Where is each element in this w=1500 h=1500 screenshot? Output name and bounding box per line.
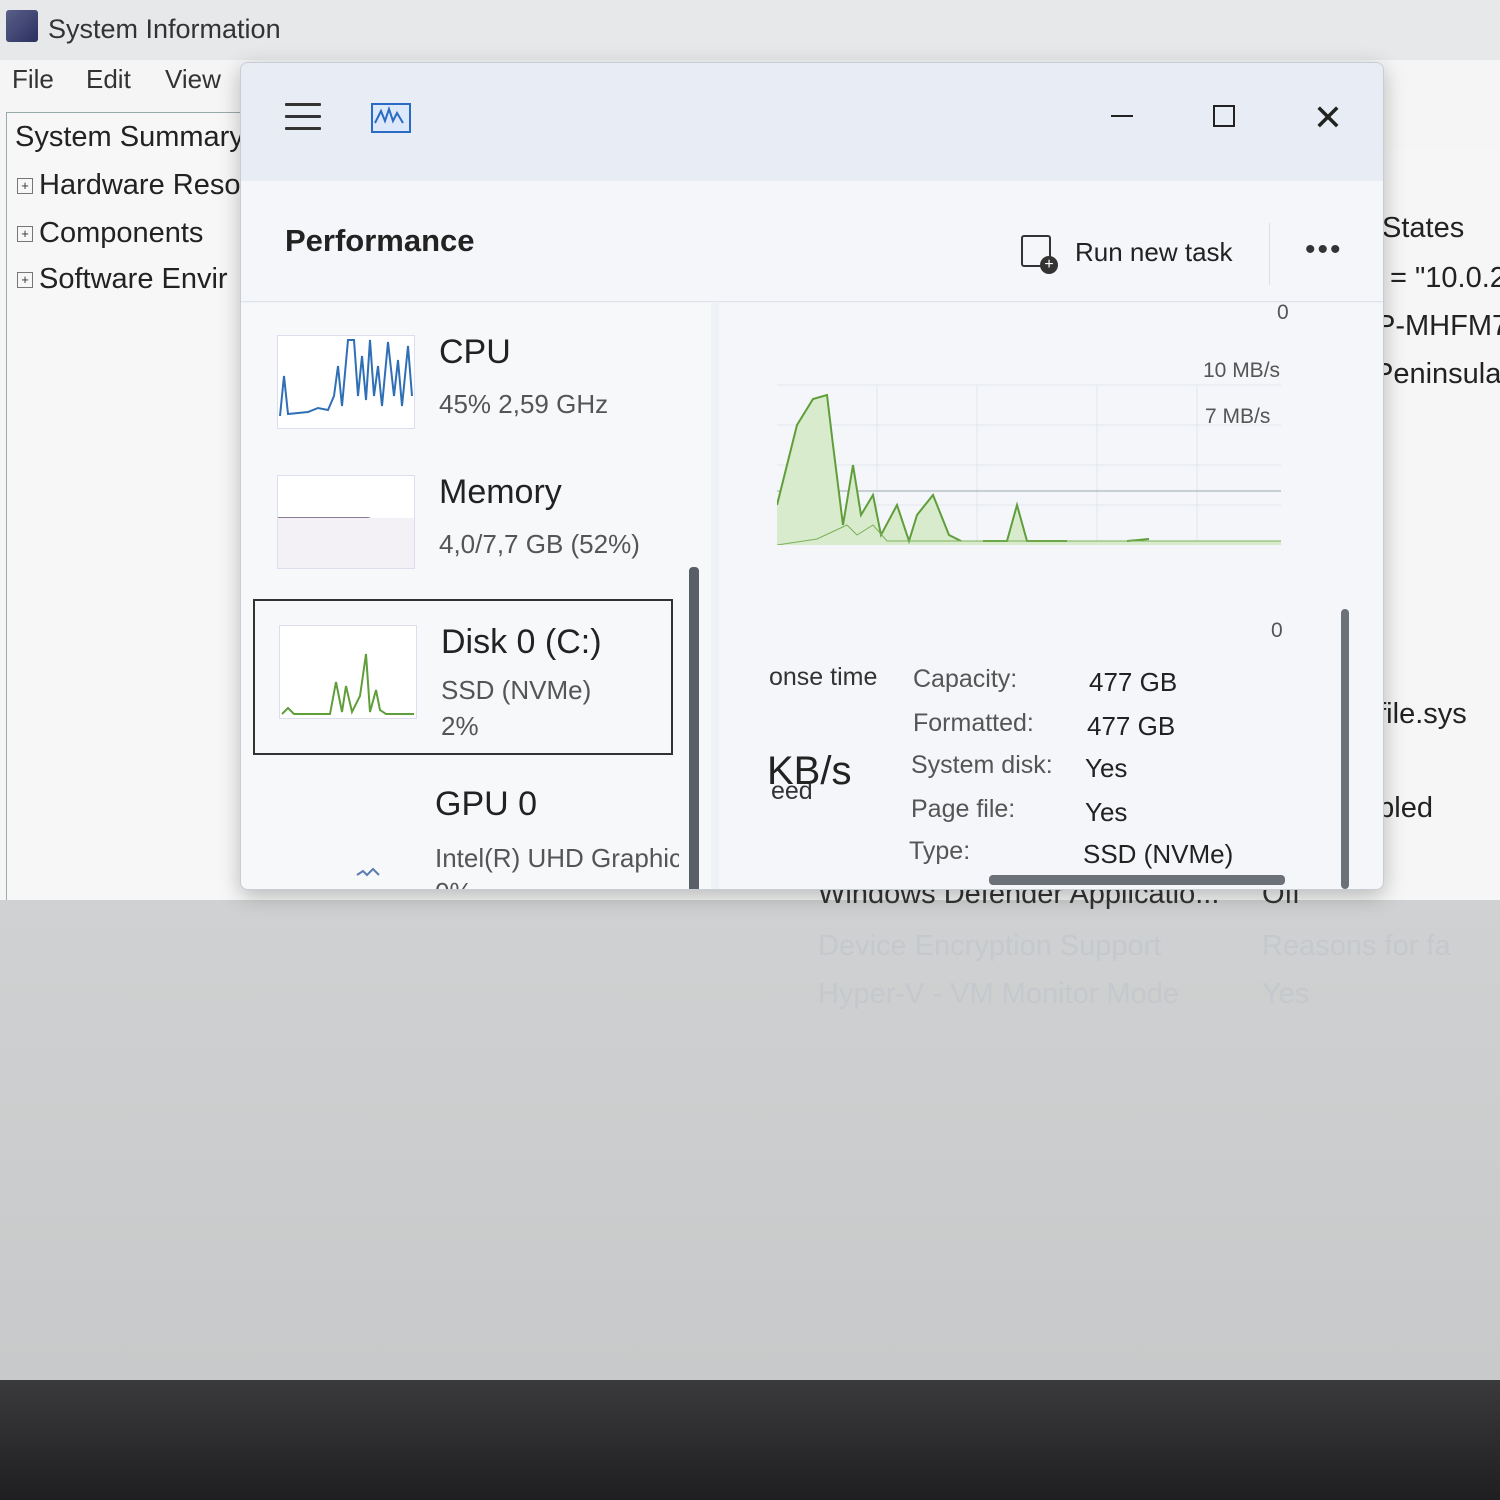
category-tree: System Summary + Hardware Reso + Component…	[6, 112, 247, 904]
formatted-label: Formatted:	[913, 709, 1034, 737]
capacity-value: 477 GB	[1089, 667, 1178, 697]
task-manager-icon	[371, 103, 411, 133]
system-information-icon	[6, 10, 38, 42]
tree-item-label: Hardware Reso	[39, 169, 241, 201]
device-item-gpu-0[interactable]: GPU 0 Intel(R) UHD Graphic 0%	[253, 763, 679, 889]
performance-wave-icon	[374, 105, 404, 124]
menu-edit[interactable]: Edit	[86, 64, 131, 95]
menu-file[interactable]: File	[12, 64, 54, 95]
monitor-bezel	[0, 1380, 1500, 1500]
device-detail: SSD (NVMe)	[441, 675, 592, 705]
page-title: Performance	[285, 223, 475, 258]
performance-header: Performance + Run new task •••	[241, 181, 1383, 302]
summary-row-value: Yes	[1262, 978, 1310, 1010]
axis-label: 0	[1277, 301, 1289, 324]
response-time-label: onse time	[769, 663, 878, 691]
device-name: Memory	[439, 473, 562, 511]
formatted-value: 477 GB	[1087, 711, 1176, 741]
tree-item-label: Components	[39, 217, 204, 249]
device-name: Disk 0 (C:)	[441, 623, 602, 661]
run-task-icon: +	[1021, 235, 1058, 274]
device-name: CPU	[439, 333, 511, 371]
detail-vertical-scrollbar[interactable]	[1341, 609, 1349, 889]
system-disk-label: System disk:	[911, 751, 1053, 779]
type-value: SSD (NVMe)	[1083, 839, 1234, 869]
run-new-task-label: Run new task	[1075, 237, 1233, 267]
expand-icon[interactable]: +	[17, 178, 33, 195]
expand-icon[interactable]: +	[17, 272, 33, 289]
device-item-disk-0[interactable]: Disk 0 (C:) SSD (NVMe) 2%	[253, 599, 673, 755]
disk-detail-pane: 0 10 MB/s 7 MB/s 0 onse time eed KB/s Ca…	[719, 301, 1383, 889]
task-manager-titlebar: ✕	[241, 63, 1383, 181]
summary-row-name: Device Encryption Support	[818, 930, 1162, 962]
maximize-button[interactable]	[1199, 99, 1249, 127]
value-fragment: States	[1382, 212, 1465, 244]
device-list-scrollbar[interactable]	[689, 567, 699, 889]
device-usage: 0%	[435, 877, 473, 889]
minimize-button[interactable]	[1097, 99, 1147, 117]
device-list: CPU 45% 2,59 GHz Memory 4,0/7,7 GB (52%)…	[241, 303, 711, 889]
device-name: GPU 0	[435, 785, 538, 823]
toolbar-divider	[1269, 223, 1270, 285]
sysinfo-title: System Information	[48, 14, 281, 44]
close-button[interactable]: ✕	[1303, 97, 1353, 139]
tree-item-label: Software Envir	[39, 263, 228, 295]
sysinfo-menubar: File Edit View	[0, 60, 260, 104]
summary-row-value: Reasons for fa	[1262, 930, 1451, 962]
page-file-label: Page file:	[911, 795, 1016, 823]
transfer-rate-graph	[776, 355, 1281, 546]
tree-item-components[interactable]: + Components	[17, 217, 203, 250]
gpu-thumbnail-graph	[277, 787, 413, 879]
memory-thumbnail-graph	[277, 475, 415, 569]
tree-item-hardware-resources[interactable]: + Hardware Reso	[17, 169, 240, 202]
device-item-memory[interactable]: Memory 4,0/7,7 GB (52%)	[253, 451, 673, 607]
menu-view[interactable]: View	[165, 64, 221, 95]
summary-row-name: Hyper-V - VM Monitor Mode	[818, 978, 1179, 1010]
sysinfo-titlebar: System Information	[0, 0, 1500, 60]
disk-thumbnail-graph	[279, 625, 417, 719]
device-usage: 2%	[441, 711, 479, 741]
hamburger-menu-icon[interactable]	[285, 103, 321, 131]
device-detail: 45% 2,59 GHz	[439, 389, 609, 419]
task-manager-window: ✕ Performance + Run new task ••• CPU 45%…	[240, 62, 1384, 890]
axis-label: 0	[1271, 619, 1283, 642]
capacity-label: Capacity:	[913, 665, 1018, 693]
device-detail: Intel(R) UHD Graphic	[435, 843, 679, 873]
tree-item-software-environment[interactable]: + Software Envir	[17, 263, 228, 296]
expand-icon[interactable]: +	[17, 226, 33, 243]
value-fragment: Peninsula	[1374, 358, 1500, 390]
system-disk-value: Yes	[1085, 753, 1128, 783]
more-options-button[interactable]: •••	[1305, 233, 1343, 267]
value-fragment: P-MHFM7	[1376, 310, 1500, 342]
page-file-value: Yes	[1085, 797, 1128, 827]
detail-horizontal-scrollbar[interactable]	[989, 875, 1285, 885]
type-label: Type:	[909, 837, 971, 865]
tree-item-system-summary[interactable]: System Summary	[15, 121, 244, 154]
value-fragment: = "10.0.2	[1390, 262, 1500, 294]
cpu-thumbnail-graph	[277, 335, 415, 429]
device-item-cpu[interactable]: CPU 45% 2,59 GHz	[253, 311, 673, 467]
device-detail: 4,0/7,7 GB (52%)	[439, 529, 640, 559]
screen-lower-area: Windows Defender Applicatio... Off Devic…	[0, 878, 1500, 1380]
speed-value: KB/s	[767, 749, 852, 793]
